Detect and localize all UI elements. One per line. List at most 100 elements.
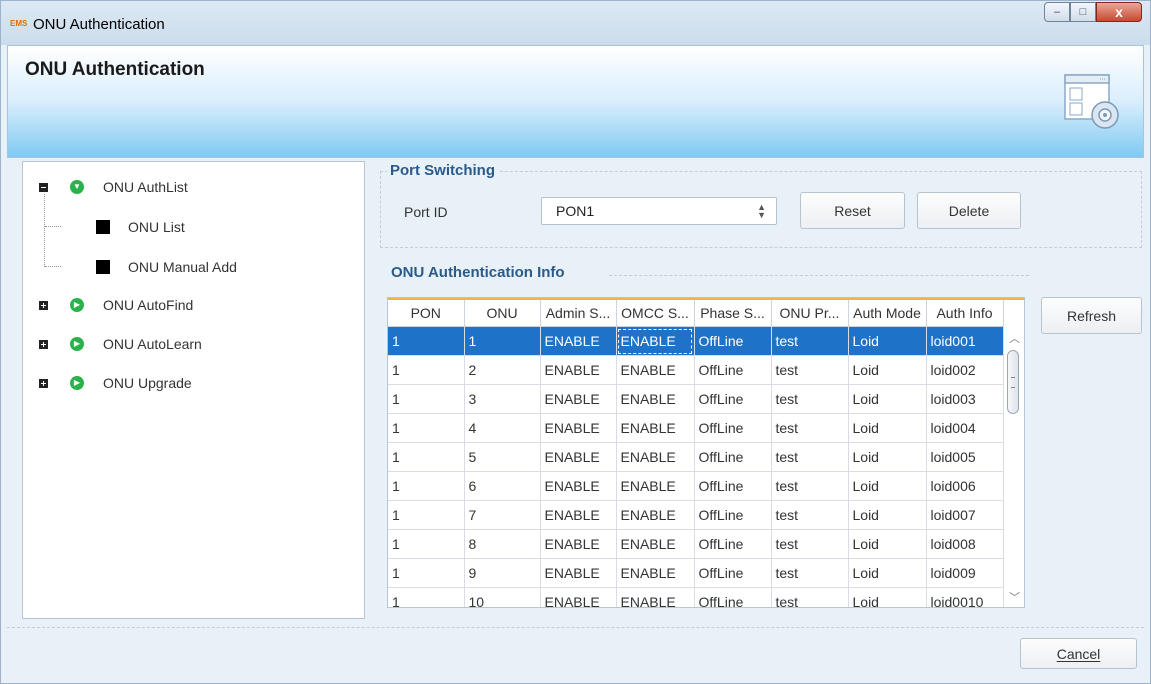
table-cell[interactable]: loid009 (926, 558, 1004, 588)
column-header[interactable]: ONU Pr... (771, 300, 849, 327)
table-cell[interactable]: Loid (848, 326, 927, 356)
table-cell[interactable]: 10 (464, 587, 541, 607)
table-cell[interactable]: 4 (464, 413, 541, 443)
scroll-thumb[interactable] (1007, 350, 1019, 414)
table-cell[interactable]: test (771, 500, 849, 530)
column-header[interactable]: ONU (464, 300, 541, 327)
table-cell[interactable]: 1 (388, 326, 465, 356)
table-cell[interactable]: ENABLE (540, 326, 617, 356)
table-cell[interactable]: loid006 (926, 471, 1004, 501)
table-cell[interactable]: OffLine (694, 558, 772, 588)
table-cell[interactable]: ENABLE (616, 558, 695, 588)
table-cell[interactable]: loid001 (926, 326, 1004, 356)
table-cell[interactable]: test (771, 384, 849, 414)
scroll-up-icon[interactable]: ︿ (1009, 330, 1020, 346)
table-cell[interactable]: test (771, 326, 849, 356)
table-row[interactable]: 1 2 ENABLE ENABLE OffLine test Loid loid002 (388, 355, 1004, 385)
spinner-arrows-icon[interactable]: ▲ ▼ (757, 203, 766, 220)
table-cell[interactable]: OffLine (694, 587, 772, 607)
table-cell[interactable]: ENABLE (540, 529, 617, 559)
table-cell[interactable]: loid005 (926, 442, 1004, 472)
table-cell[interactable]: ENABLE (540, 471, 617, 501)
vertical-scrollbar[interactable]: ︿ ﹀ (1004, 326, 1024, 607)
column-header[interactable]: Auth Mode (848, 300, 927, 327)
table-cell[interactable]: ENABLE (616, 500, 695, 530)
table-cell[interactable]: ENABLE (616, 326, 695, 356)
table-row[interactable]: 1 4 ENABLE ENABLE OffLine test Loid loid004 (388, 413, 1004, 443)
tree-item-onu-authlist[interactable]: ▼ ONU AuthList (39, 179, 188, 195)
table-cell[interactable]: OffLine (694, 326, 772, 356)
collapse-icon[interactable] (39, 182, 48, 192)
table-cell[interactable]: 1 (464, 326, 541, 356)
expand-icon[interactable] (39, 378, 48, 388)
table-cell[interactable]: ENABLE (540, 442, 617, 472)
column-header[interactable]: PON (388, 300, 465, 327)
table-row[interactable]: 1 5 ENABLE ENABLE OffLine test Loid loid005 (388, 442, 1004, 472)
table-row[interactable]: 1 8 ENABLE ENABLE OffLine test Loid loid008 (388, 529, 1004, 559)
table-cell[interactable]: ENABLE (616, 529, 695, 559)
table-cell[interactable]: 1 (388, 384, 465, 414)
table-cell[interactable]: 1 (388, 558, 465, 588)
table-cell[interactable]: ENABLE (616, 587, 695, 607)
tree-item-onu-manual-add[interactable]: ONU Manual Add (96, 259, 237, 275)
minimize-button[interactable]: – (1044, 2, 1070, 22)
table-cell[interactable]: test (771, 471, 849, 501)
table-cell[interactable]: Loid (848, 558, 927, 588)
table-cell[interactable]: 3 (464, 384, 541, 414)
close-button[interactable]: x (1096, 2, 1142, 22)
table-row[interactable]: 1 6 ENABLE ENABLE OffLine test Loid loid006 (388, 471, 1004, 501)
table-row[interactable]: 1 7 ENABLE ENABLE OffLine test Loid loid007 (388, 500, 1004, 530)
table-cell[interactable]: 9 (464, 558, 541, 588)
reset-button[interactable]: Reset (800, 192, 905, 229)
table-cell[interactable]: ENABLE (616, 471, 695, 501)
column-header[interactable]: OMCC S... (616, 300, 695, 327)
table-cell[interactable]: OffLine (694, 355, 772, 385)
table-cell[interactable]: Loid (848, 587, 927, 607)
table-cell[interactable]: loid008 (926, 529, 1004, 559)
table-cell[interactable]: test (771, 355, 849, 385)
table-row[interactable]: 1 1 ENABLE ENABLE OffLine test Loid loid001 (388, 326, 1004, 356)
table-cell[interactable]: OffLine (694, 413, 772, 443)
table-cell[interactable]: Loid (848, 413, 927, 443)
expand-icon[interactable] (39, 300, 48, 310)
table-cell[interactable]: 2 (464, 355, 541, 385)
table-cell[interactable]: ENABLE (540, 413, 617, 443)
port-id-select[interactable]: PON1 ▲ ▼ (541, 197, 777, 225)
table-cell[interactable]: 5 (464, 442, 541, 472)
tree-item-onu-upgrade[interactable]: ▶ ONU Upgrade (39, 375, 192, 391)
table-cell[interactable]: OffLine (694, 500, 772, 530)
tree-item-onu-autofind[interactable]: ▶ ONU AutoFind (39, 297, 193, 313)
column-header[interactable]: Auth Info (926, 300, 1004, 327)
table-cell[interactable]: Loid (848, 384, 927, 414)
maximize-button[interactable]: □ (1070, 2, 1096, 22)
table-cell[interactable]: ENABLE (616, 384, 695, 414)
table-cell[interactable]: test (771, 529, 849, 559)
column-header[interactable]: Admin S... (540, 300, 617, 327)
table-cell[interactable]: loid007 (926, 500, 1004, 530)
table-cell[interactable]: 8 (464, 529, 541, 559)
table-cell[interactable]: ENABLE (616, 355, 695, 385)
scroll-down-icon[interactable]: ﹀ (1009, 589, 1020, 605)
title-bar[interactable]: EMS ONU Authentication – □ x (1, 1, 1150, 45)
tree-item-onu-list[interactable]: ONU List (96, 219, 185, 235)
expand-icon[interactable] (39, 339, 48, 349)
table-cell[interactable]: OffLine (694, 384, 772, 414)
refresh-button[interactable]: Refresh (1041, 297, 1142, 334)
table-cell[interactable]: loid0010 (926, 587, 1004, 607)
table-cell[interactable]: Loid (848, 500, 927, 530)
table-cell[interactable]: test (771, 413, 849, 443)
table-cell[interactable]: ENABLE (540, 384, 617, 414)
table-cell[interactable]: ENABLE (616, 413, 695, 443)
table-cell[interactable]: ENABLE (540, 558, 617, 588)
table-cell[interactable]: 1 (388, 413, 465, 443)
table-cell[interactable]: ENABLE (540, 587, 617, 607)
table-cell[interactable]: 1 (388, 471, 465, 501)
table-cell[interactable]: loid003 (926, 384, 1004, 414)
tree-item-onu-autolearn[interactable]: ▶ ONU AutoLearn (39, 336, 202, 352)
table-cell[interactable]: ENABLE (540, 500, 617, 530)
table-cell[interactable]: test (771, 442, 849, 472)
table-cell[interactable]: ENABLE (616, 442, 695, 472)
table-row[interactable]: 1 9 ENABLE ENABLE OffLine test Loid loid009 (388, 558, 1004, 588)
delete-button[interactable]: Delete (917, 192, 1021, 229)
table-row[interactable]: 1 3 ENABLE ENABLE OffLine test Loid loid003 (388, 384, 1004, 414)
